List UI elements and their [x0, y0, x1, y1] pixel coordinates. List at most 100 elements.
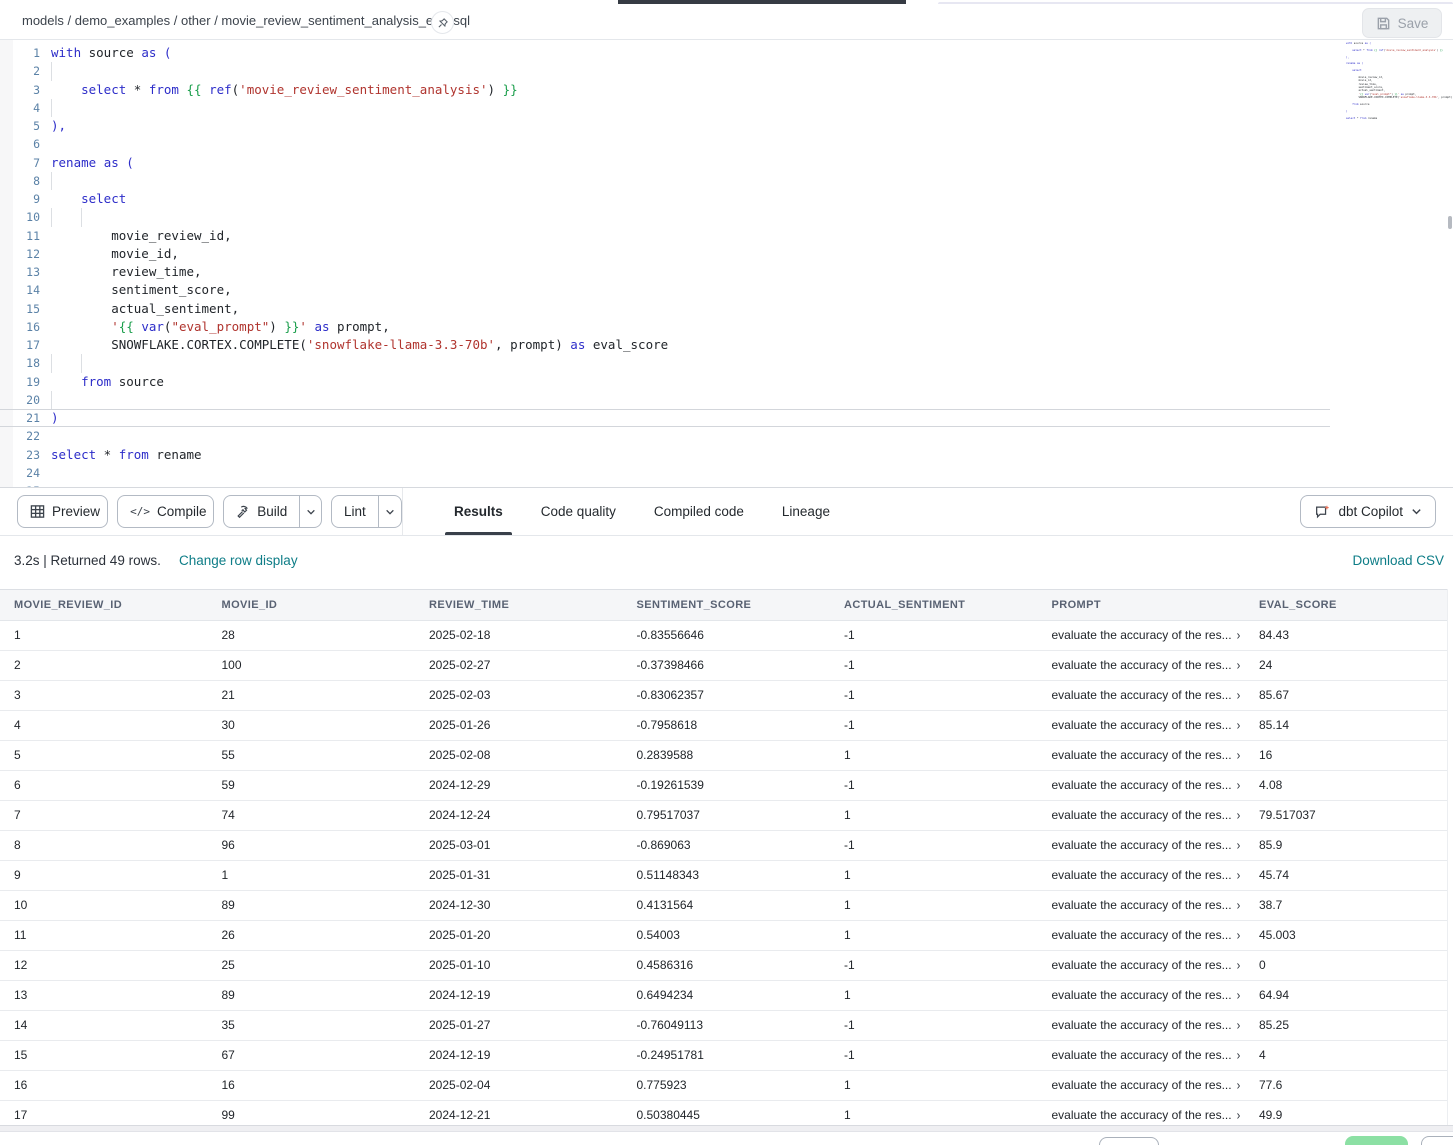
code-line[interactable]: 13 review_time, — [0, 263, 1453, 281]
bottom-partial-button[interactable] — [1421, 1136, 1453, 1145]
prompt-expand-icon[interactable]: › — [1237, 1019, 1241, 1033]
column-header-eval_score[interactable]: EVAL_SCORE — [1245, 590, 1453, 620]
breadcrumb[interactable]: models / demo_examples / other / movie_r… — [22, 13, 470, 28]
preview-button[interactable]: Preview — [17, 495, 108, 528]
prompt-expand-icon[interactable]: › — [1237, 899, 1241, 913]
code-line[interactable]: 23select * from rename — [0, 446, 1453, 464]
code-text: select — [51, 190, 1453, 208]
prompt-expand-icon[interactable]: › — [1237, 959, 1241, 973]
bottom-partial-button[interactable] — [1099, 1137, 1159, 1145]
code-line[interactable]: 18 — [0, 354, 1453, 372]
column-header-actual_sentiment[interactable]: ACTUAL_SENTIMENT — [830, 590, 1038, 620]
table-cell: 2025-01-26 — [415, 710, 623, 740]
table-cell: 4 — [1245, 1040, 1453, 1070]
prompt-expand-icon[interactable]: › — [1237, 1109, 1241, 1123]
table-cell: 1 — [830, 1070, 1038, 1100]
code-line[interactable]: 19 from source — [0, 373, 1453, 391]
dbt-copilot-button[interactable]: dbt Copilot — [1300, 495, 1436, 528]
pin-icon[interactable] — [431, 11, 454, 34]
compile-button[interactable]: </> Compile — [117, 495, 214, 528]
table-cell: 1 — [208, 860, 416, 890]
download-csv-link[interactable]: Download CSV — [1352, 553, 1444, 568]
code-line[interactable]: 21) — [0, 409, 1330, 427]
code-line[interactable]: 4 — [0, 99, 1453, 117]
line-number: 21 — [0, 411, 40, 425]
minimap[interactable]: with source as ( select * from {{ ref('m… — [1335, 42, 1435, 127]
prompt-expand-icon[interactable]: › — [1237, 779, 1241, 793]
editor-scrollbar-thumb[interactable] — [1448, 216, 1452, 229]
table-cell: 49.9 — [1245, 1100, 1453, 1125]
table-cell: 0.51148343 — [623, 860, 831, 890]
column-header-review_time[interactable]: REVIEW_TIME — [415, 590, 623, 620]
code-line[interactable]: 6 — [0, 135, 1453, 153]
prompt-text: evaluate the accuracy of the res... — [1052, 868, 1232, 882]
code-line[interactable]: 7rename as ( — [0, 154, 1453, 172]
table-cell: 26 — [208, 920, 416, 950]
code-line[interactable]: 3 select * from {{ ref('movie_review_sen… — [0, 81, 1453, 99]
code-line[interactable]: 11 movie_review_id, — [0, 227, 1453, 245]
table-row: 3212025-02-03-0.83062357-1evaluate the a… — [0, 680, 1453, 710]
code-line[interactable]: 9 select — [0, 190, 1453, 208]
tab-lineage[interactable]: Lineage — [763, 488, 849, 535]
build-dropdown-chevron[interactable] — [299, 496, 321, 527]
prompt-expand-icon[interactable]: › — [1237, 689, 1241, 703]
prompt-expand-icon[interactable]: › — [1237, 719, 1241, 733]
table-cell: 24 — [1245, 650, 1453, 680]
code-line[interactable]: 22 — [0, 427, 1453, 445]
table-cell: 4.08 — [1245, 770, 1453, 800]
change-row-display-link[interactable]: Change row display — [179, 553, 298, 568]
code-line[interactable]: 17 SNOWFLAKE.CORTEX.COMPLETE('snowflake-… — [0, 336, 1453, 354]
column-header-prompt[interactable]: PROMPT — [1038, 590, 1246, 620]
table-cell: 1 — [830, 920, 1038, 950]
table-cell: 0.6494234 — [623, 980, 831, 1010]
prompt-expand-icon[interactable]: › — [1237, 809, 1241, 823]
indent-guide — [51, 99, 52, 117]
code-line[interactable]: 5), — [0, 117, 1453, 135]
code-text — [51, 464, 1453, 482]
prompt-text: evaluate the accuracy of the res... — [1052, 778, 1232, 792]
code-line[interactable]: 16 '{{ var("eval_prompt") }}' as prompt, — [0, 318, 1453, 336]
file-header: models / demo_examples / other / movie_r… — [0, 4, 1453, 40]
code-line[interactable]: 12 movie_id, — [0, 245, 1453, 263]
code-line[interactable]: 15 actual_sentiment, — [0, 300, 1453, 318]
prompt-expand-icon[interactable]: › — [1237, 989, 1241, 1003]
column-header-movie_review_id[interactable]: MOVIE_REVIEW_ID — [0, 590, 208, 620]
column-header-sentiment_score[interactable]: SENTIMENT_SCORE — [623, 590, 831, 620]
tab-code-quality[interactable]: Code quality — [522, 488, 635, 535]
save-label: Save — [1398, 16, 1429, 31]
table-cell: 2025-02-03 — [415, 680, 623, 710]
table-cell: 1 — [830, 1100, 1038, 1125]
code-line[interactable]: 14 sentiment_score, — [0, 281, 1453, 299]
save-button[interactable]: Save — [1362, 8, 1442, 38]
code-line[interactable]: 10 — [0, 208, 1453, 226]
table-cell: 0.2839588 — [623, 740, 831, 770]
code-editor[interactable]: 1with source as (23 select * from {{ ref… — [0, 40, 1453, 487]
build-button[interactable]: Build — [223, 495, 322, 528]
code-line[interactable]: 20 — [0, 391, 1453, 409]
line-number: 16 — [0, 320, 40, 334]
tab-compiled-code[interactable]: Compiled code — [635, 488, 763, 535]
code-line[interactable]: 8 — [0, 172, 1453, 190]
tab-results[interactable]: Results — [435, 488, 522, 535]
bottom-partial-green-button[interactable] — [1345, 1136, 1408, 1145]
code-line[interactable]: 2 — [0, 62, 1453, 80]
prompt-expand-icon[interactable]: › — [1237, 1049, 1241, 1063]
prompt-text: evaluate the accuracy of the res... — [1052, 628, 1232, 642]
prompt-expand-icon[interactable]: › — [1237, 869, 1241, 883]
code-line[interactable]: 24 — [0, 464, 1453, 482]
prompt-expand-icon[interactable]: › — [1237, 839, 1241, 853]
code-text — [51, 391, 1453, 409]
prompt-expand-icon[interactable]: › — [1237, 749, 1241, 763]
lint-dropdown-chevron[interactable] — [378, 496, 401, 527]
lint-button[interactable]: Lint — [331, 495, 402, 528]
prompt-expand-icon[interactable]: › — [1237, 929, 1241, 943]
table-cell: 2025-01-20 — [415, 920, 623, 950]
column-header-movie_id[interactable]: MOVIE_ID — [208, 590, 416, 620]
code-text: actual_sentiment, — [51, 300, 1453, 318]
horizontal-scrollbar-track[interactable] — [0, 1126, 1453, 1132]
code-line[interactable]: 1with source as ( — [0, 44, 1453, 62]
prompt-expand-icon[interactable]: › — [1237, 659, 1241, 673]
table-right-gutter — [1447, 589, 1453, 1125]
prompt-expand-icon[interactable]: › — [1237, 1079, 1241, 1093]
prompt-expand-icon[interactable]: › — [1237, 629, 1241, 643]
